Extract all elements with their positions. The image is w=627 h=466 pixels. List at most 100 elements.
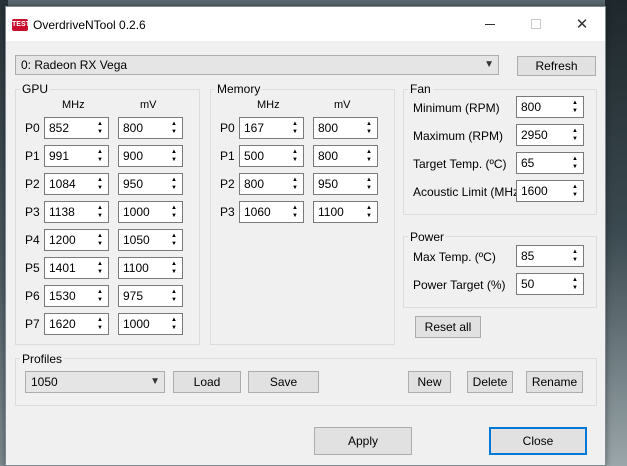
- spin-up-icon[interactable]: ▲: [289, 204, 301, 212]
- spin-arrows[interactable]: ▲ ▼: [168, 148, 180, 164]
- profile-select[interactable]: 1050 ▼: [25, 371, 165, 393]
- memory-mhz-spinner[interactable]: 167 ▲ ▼: [239, 117, 304, 139]
- spin-arrows[interactable]: ▲ ▼: [168, 176, 180, 192]
- spin-up-icon[interactable]: ▲: [363, 148, 375, 156]
- spin-up-icon[interactable]: ▲: [94, 120, 106, 128]
- spin-up-icon[interactable]: ▲: [569, 183, 581, 191]
- spin-down-icon[interactable]: ▼: [94, 184, 106, 192]
- spin-down-icon[interactable]: ▼: [168, 296, 180, 304]
- spin-arrows[interactable]: ▲ ▼: [94, 260, 106, 276]
- spin-up-icon[interactable]: ▲: [289, 148, 301, 156]
- spin-up-icon[interactable]: ▲: [363, 204, 375, 212]
- device-select[interactable]: 0: Radeon RX Vega ▼: [15, 55, 499, 75]
- spin-arrows[interactable]: ▲ ▼: [363, 176, 375, 192]
- spin-down-icon[interactable]: ▼: [94, 212, 106, 220]
- spin-up-icon[interactable]: ▲: [94, 148, 106, 156]
- memory-mhz-spinner[interactable]: 800 ▲ ▼: [239, 173, 304, 195]
- memory-mv-spinner[interactable]: 950 ▲ ▼: [313, 173, 378, 195]
- save-profile-button[interactable]: Save: [248, 371, 319, 393]
- spin-down-icon[interactable]: ▼: [363, 212, 375, 220]
- gpu-mhz-spinner[interactable]: 1138 ▲ ▼: [44, 201, 109, 223]
- spin-arrows[interactable]: ▲ ▼: [94, 120, 106, 136]
- spin-down-icon[interactable]: ▼: [289, 212, 301, 220]
- spin-down-icon[interactable]: ▼: [289, 184, 301, 192]
- spin-arrows[interactable]: ▲ ▼: [569, 155, 581, 171]
- spin-up-icon[interactable]: ▲: [363, 120, 375, 128]
- spin-up-icon[interactable]: ▲: [168, 232, 180, 240]
- spin-up-icon[interactable]: ▲: [168, 176, 180, 184]
- power-setting-spinner[interactable]: 85 ▲ ▼: [516, 245, 584, 267]
- gpu-mhz-spinner[interactable]: 1084 ▲ ▼: [44, 173, 109, 195]
- spin-arrows[interactable]: ▲ ▼: [168, 232, 180, 248]
- fan-setting-spinner[interactable]: 800 ▲ ▼: [516, 96, 584, 118]
- spin-down-icon[interactable]: ▼: [168, 240, 180, 248]
- spin-down-icon[interactable]: ▼: [569, 135, 581, 143]
- spin-down-icon[interactable]: ▼: [168, 268, 180, 276]
- spin-up-icon[interactable]: ▲: [94, 176, 106, 184]
- memory-mv-spinner[interactable]: 800 ▲ ▼: [313, 117, 378, 139]
- spin-up-icon[interactable]: ▲: [289, 176, 301, 184]
- spin-up-icon[interactable]: ▲: [94, 260, 106, 268]
- title-bar[interactable]: TEST OverdriveNTool 0.2.6 ✕: [6, 7, 605, 41]
- spin-arrows[interactable]: ▲ ▼: [168, 120, 180, 136]
- spin-down-icon[interactable]: ▼: [569, 256, 581, 264]
- spin-down-icon[interactable]: ▼: [168, 156, 180, 164]
- spin-up-icon[interactable]: ▲: [168, 260, 180, 268]
- spin-up-icon[interactable]: ▲: [569, 99, 581, 107]
- gpu-mv-spinner[interactable]: 1100 ▲ ▼: [118, 257, 183, 279]
- spin-arrows[interactable]: ▲ ▼: [168, 288, 180, 304]
- spin-down-icon[interactable]: ▼: [569, 191, 581, 199]
- spin-down-icon[interactable]: ▼: [168, 324, 180, 332]
- gpu-mhz-spinner[interactable]: 1620 ▲ ▼: [44, 313, 109, 335]
- gpu-mv-spinner[interactable]: 1000 ▲ ▼: [118, 313, 183, 335]
- memory-mhz-spinner[interactable]: 500 ▲ ▼: [239, 145, 304, 167]
- spin-arrows[interactable]: ▲ ▼: [168, 260, 180, 276]
- spin-down-icon[interactable]: ▼: [363, 128, 375, 136]
- gpu-mv-spinner[interactable]: 975 ▲ ▼: [118, 285, 183, 307]
- spin-arrows[interactable]: ▲ ▼: [569, 276, 581, 292]
- spin-up-icon[interactable]: ▲: [168, 120, 180, 128]
- power-setting-spinner[interactable]: 50 ▲ ▼: [516, 273, 584, 295]
- spin-up-icon[interactable]: ▲: [289, 120, 301, 128]
- spin-arrows[interactable]: ▲ ▼: [569, 183, 581, 199]
- spin-down-icon[interactable]: ▼: [168, 212, 180, 220]
- spin-down-icon[interactable]: ▼: [94, 296, 106, 304]
- spin-down-icon[interactable]: ▼: [94, 128, 106, 136]
- spin-up-icon[interactable]: ▲: [569, 127, 581, 135]
- spin-arrows[interactable]: ▲ ▼: [569, 248, 581, 264]
- memory-mv-spinner[interactable]: 1100 ▲ ▼: [313, 201, 378, 223]
- spin-arrows[interactable]: ▲ ▼: [363, 148, 375, 164]
- fan-setting-spinner[interactable]: 1600 ▲ ▼: [516, 180, 584, 202]
- memory-mhz-spinner[interactable]: 1060 ▲ ▼: [239, 201, 304, 223]
- spin-arrows[interactable]: ▲ ▼: [289, 120, 301, 136]
- spin-down-icon[interactable]: ▼: [569, 163, 581, 171]
- spin-up-icon[interactable]: ▲: [569, 155, 581, 163]
- spin-arrows[interactable]: ▲ ▼: [94, 204, 106, 220]
- spin-arrows[interactable]: ▲ ▼: [168, 316, 180, 332]
- apply-button[interactable]: Apply: [314, 427, 412, 455]
- spin-arrows[interactable]: ▲ ▼: [363, 120, 375, 136]
- gpu-mv-spinner[interactable]: 800 ▲ ▼: [118, 117, 183, 139]
- spin-arrows[interactable]: ▲ ▼: [94, 316, 106, 332]
- spin-down-icon[interactable]: ▼: [94, 268, 106, 276]
- close-window-button[interactable]: ✕: [559, 7, 605, 41]
- spin-up-icon[interactable]: ▲: [168, 288, 180, 296]
- gpu-mhz-spinner[interactable]: 1401 ▲ ▼: [44, 257, 109, 279]
- gpu-mhz-spinner[interactable]: 852 ▲ ▼: [44, 117, 109, 139]
- spin-up-icon[interactable]: ▲: [168, 148, 180, 156]
- spin-up-icon[interactable]: ▲: [94, 316, 106, 324]
- spin-up-icon[interactable]: ▲: [94, 204, 106, 212]
- gpu-mv-spinner[interactable]: 1050 ▲ ▼: [118, 229, 183, 251]
- minimize-button[interactable]: [467, 7, 513, 41]
- new-profile-button[interactable]: New: [408, 371, 451, 393]
- spin-up-icon[interactable]: ▲: [94, 232, 106, 240]
- spin-down-icon[interactable]: ▼: [168, 128, 180, 136]
- spin-down-icon[interactable]: ▼: [569, 107, 581, 115]
- gpu-mhz-spinner[interactable]: 1530 ▲ ▼: [44, 285, 109, 307]
- load-profile-button[interactable]: Load: [173, 371, 241, 393]
- spin-up-icon[interactable]: ▲: [363, 176, 375, 184]
- spin-down-icon[interactable]: ▼: [94, 156, 106, 164]
- spin-arrows[interactable]: ▲ ▼: [168, 204, 180, 220]
- close-button[interactable]: Close: [489, 427, 587, 455]
- spin-down-icon[interactable]: ▼: [168, 184, 180, 192]
